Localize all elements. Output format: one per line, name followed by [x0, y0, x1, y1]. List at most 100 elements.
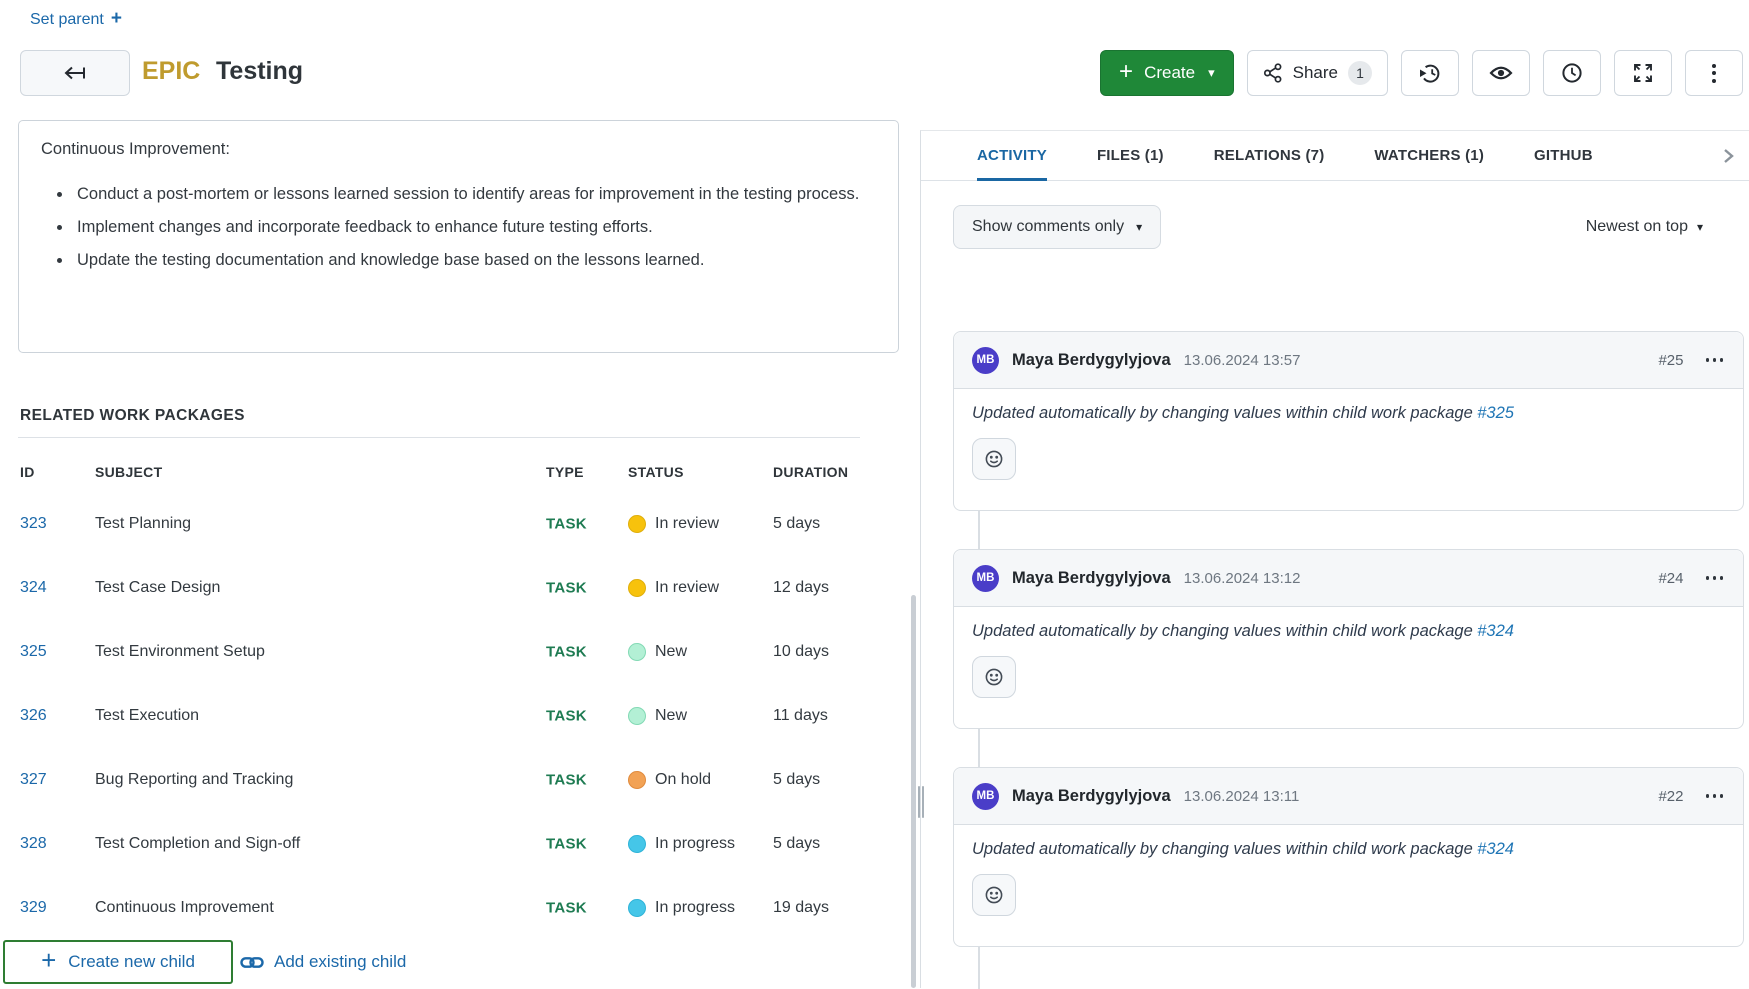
- work-package-id-link[interactable]: 323: [20, 515, 47, 533]
- table-header-row: ID SUBJECT TYPE STATUS DURATION: [0, 452, 860, 492]
- description-intro: Continuous Improvement:: [41, 134, 876, 164]
- tab-relations[interactable]: RELATIONS (7): [1214, 131, 1325, 180]
- work-package-duration: 5 days: [773, 835, 820, 853]
- work-package-subject: Continuous Improvement: [95, 899, 274, 917]
- work-package-duration: 5 days: [773, 515, 820, 533]
- chevron-down-icon: ▾: [1136, 220, 1142, 234]
- status-dot: [628, 515, 646, 533]
- create-button[interactable]: + Create ▾: [1100, 50, 1234, 96]
- page-title: Testing: [216, 57, 303, 86]
- detail-tabs: ACTIVITY FILES (1) RELATIONS (7) WATCHER…: [921, 131, 1749, 181]
- comments-filter-dropdown[interactable]: Show comments only ▾: [953, 205, 1161, 249]
- tab-activity[interactable]: ACTIVITY: [977, 131, 1047, 180]
- description-bullet: Implement changes and incorporate feedba…: [73, 212, 876, 242]
- back-button[interactable]: [20, 50, 130, 96]
- status-label: New: [655, 707, 687, 725]
- status-dot: [628, 835, 646, 853]
- kebab-vertical-icon: [1712, 64, 1716, 83]
- work-package-content-pane: Continuous Improvement: Conduct a post-m…: [0, 120, 920, 988]
- work-package-id-link[interactable]: 324: [20, 579, 47, 597]
- comments-filter-label: Show comments only: [972, 218, 1124, 236]
- comment-author: Maya Berdygylyjova: [1012, 787, 1171, 806]
- comment-text: Updated automatically by changing values…: [972, 622, 1473, 640]
- add-reaction-button[interactable]: [972, 874, 1016, 916]
- status-dot: [628, 771, 646, 789]
- status-dot: [628, 643, 646, 661]
- avatar: MB: [972, 565, 999, 592]
- work-package-type: TASK: [546, 772, 587, 789]
- time-tracking-button[interactable]: [1543, 50, 1601, 96]
- status-dot: [628, 899, 646, 917]
- work-package-link[interactable]: #324: [1477, 840, 1514, 858]
- description-bullet: Conduct a post-mortem or lessons learned…: [73, 179, 876, 209]
- work-package-link[interactable]: #324: [1477, 622, 1514, 640]
- tab-github[interactable]: GITHUB: [1534, 131, 1593, 180]
- add-existing-child-button[interactable]: Add existing child: [240, 940, 406, 984]
- smiley-icon: [984, 667, 1004, 687]
- work-package-id-link[interactable]: 326: [20, 707, 47, 725]
- fullscreen-button[interactable]: [1614, 50, 1672, 96]
- baseline-comparison-button[interactable]: [1401, 50, 1459, 96]
- comment-body: Updated automatically by changing values…: [954, 389, 1743, 480]
- work-package-id-link[interactable]: 327: [20, 771, 47, 789]
- table-row: 326 Test Execution TASK New 11 days: [0, 684, 860, 748]
- work-package-subject: Test Environment Setup: [95, 643, 265, 661]
- arrow-left-from-bar-icon: [62, 63, 88, 83]
- pane-resize-handle[interactable]: [916, 786, 925, 818]
- tab-files[interactable]: FILES (1): [1097, 131, 1164, 180]
- description-bullet-list: Conduct a post-mortem or lessons learned…: [41, 179, 876, 275]
- work-package-id-link[interactable]: 329: [20, 899, 47, 917]
- work-package-subject: Test Completion and Sign-off: [95, 835, 300, 853]
- work-package-id-link[interactable]: 328: [20, 835, 47, 853]
- watch-button[interactable]: [1472, 50, 1530, 96]
- more-actions-button[interactable]: [1685, 50, 1743, 96]
- set-parent-link[interactable]: Set parent +: [30, 10, 122, 30]
- eye-icon: [1489, 64, 1513, 82]
- comment-text: Updated automatically by changing values…: [972, 404, 1473, 422]
- comment-menu-button[interactable]: [1704, 572, 1726, 584]
- comment-number: #24: [1658, 570, 1683, 587]
- sort-order-toggle[interactable]: Newest on top ▾: [1586, 218, 1703, 236]
- status-dot: [628, 707, 646, 725]
- create-new-child-button[interactable]: + Create new child: [3, 940, 233, 984]
- comment-text: Updated automatically by changing values…: [972, 840, 1473, 858]
- table-row: 325 Test Environment Setup TASK New 10 d…: [0, 620, 860, 684]
- share-nodes-icon: [1263, 63, 1283, 83]
- work-package-link[interactable]: #325: [1477, 404, 1514, 422]
- create-new-child-label: Create new child: [68, 952, 195, 972]
- comment-body: Updated automatically by changing values…: [954, 825, 1743, 916]
- comment-card: MB Maya Berdygylyjova 13.06.2024 13:11 #…: [953, 767, 1744, 947]
- smiley-icon: [984, 885, 1004, 905]
- activity-pane: ACTIVITY FILES (1) RELATIONS (7) WATCHER…: [920, 130, 1749, 988]
- work-package-subject: Test Planning: [95, 515, 191, 533]
- add-reaction-button[interactable]: [972, 438, 1016, 480]
- smiley-icon: [984, 449, 1004, 469]
- column-header-subject: SUBJECT: [95, 464, 162, 480]
- activity-timeline-connector: [978, 729, 980, 767]
- work-package-subject: Test Case Design: [95, 579, 220, 597]
- description-bullet: Update the testing documentation and kno…: [73, 245, 876, 275]
- share-button[interactable]: Share 1: [1247, 50, 1388, 96]
- add-reaction-button[interactable]: [972, 656, 1016, 698]
- activity-timeline-connector: [978, 511, 980, 549]
- fullscreen-icon: [1632, 62, 1654, 84]
- status-label: In review: [655, 579, 719, 597]
- work-package-id-link[interactable]: 325: [20, 643, 47, 661]
- comment-timestamp: 13.06.2024 13:11: [1184, 788, 1300, 805]
- column-header-type: TYPE: [546, 464, 584, 480]
- comment-menu-button[interactable]: [1704, 354, 1726, 366]
- activity-timeline-connector: [978, 947, 980, 989]
- chevron-right-icon[interactable]: [1721, 131, 1735, 180]
- toolbar: + Create ▾ Share 1: [1100, 50, 1743, 96]
- work-package-type-label: EPIC: [142, 57, 200, 86]
- comment-header: MB Maya Berdygylyjova 13.06.2024 13:11 #…: [954, 768, 1743, 825]
- comment-menu-button[interactable]: [1704, 790, 1726, 802]
- tab-watchers[interactable]: WATCHERS (1): [1374, 131, 1484, 180]
- work-package-type: TASK: [546, 836, 587, 853]
- table-row: 327 Bug Reporting and Tracking TASK On h…: [0, 748, 860, 812]
- work-package-type: TASK: [546, 580, 587, 597]
- chevron-down-icon: ▾: [1697, 220, 1703, 234]
- set-parent-label: Set parent: [30, 11, 104, 29]
- work-package-type: TASK: [546, 516, 587, 533]
- status-label: In progress: [655, 899, 735, 917]
